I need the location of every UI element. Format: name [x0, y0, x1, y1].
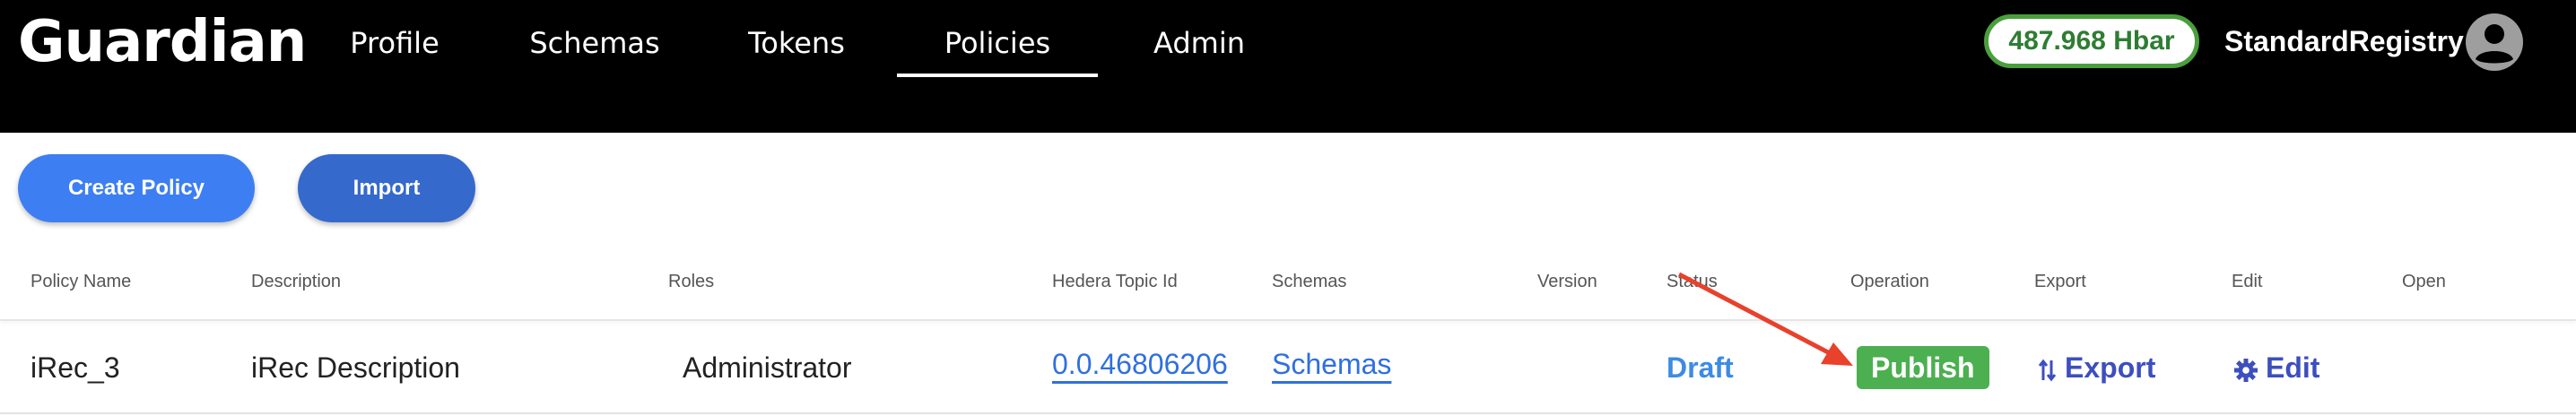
create-policy-button[interactable]: Create Policy [18, 154, 255, 222]
gear-icon [2234, 358, 2258, 382]
column-header-schemas: Schemas [1272, 272, 1347, 291]
column-header-status: Status [1667, 272, 1718, 291]
edit-label: Edit [2266, 351, 2320, 384]
column-header-roles: Roles [668, 272, 715, 291]
publish-button[interactable]: Publish [1857, 346, 1989, 389]
column-header-operation: Operation [1850, 272, 1929, 291]
username-label[interactable]: StandardRegistry [2224, 20, 2464, 63]
column-header-version: Version [1537, 272, 1597, 291]
top-navbar: Guardian Profile Schemas Tokens Policies… [0, 0, 2576, 133]
edit-button[interactable]: Edit [2233, 348, 2319, 387]
column-header-topic-id: Hedera Topic Id [1052, 272, 1178, 291]
nav-tokens[interactable]: Tokens [744, 20, 849, 70]
column-header-description: Description [251, 272, 342, 291]
column-header-policy-name: Policy Name [30, 272, 132, 291]
column-header-export: Export [2034, 272, 2086, 291]
cell-policy-name: iRec_3 [30, 351, 120, 384]
topic-id-link[interactable]: 0.0.46806206 [1052, 344, 1228, 384]
nav-profile[interactable]: Profile [348, 20, 441, 70]
swap-vertical-icon [2038, 359, 2057, 381]
nav-policies[interactable]: Policies [897, 20, 1098, 77]
column-header-open: Open [2402, 272, 2446, 291]
nav-schemas[interactable]: Schemas [529, 20, 660, 70]
column-header-edit: Edit [2232, 272, 2263, 291]
app-logo[interactable]: Guardian [18, 11, 307, 74]
table-row-divider [0, 412, 2576, 414]
table-header-divider [0, 319, 2576, 321]
export-label: Export [2065, 351, 2156, 384]
balance-badge: 487.968 Hbar [1984, 14, 2199, 68]
schemas-link[interactable]: Schemas [1272, 344, 1391, 384]
cell-roles: Administrator [683, 351, 852, 384]
status-badge: Draft [1667, 351, 1734, 384]
user-circle-icon[interactable] [2465, 13, 2524, 72]
nav-admin[interactable]: Admin [1153, 20, 1245, 70]
cell-description: iRec Description [251, 351, 460, 384]
import-button[interactable]: Import [298, 154, 475, 222]
export-button[interactable]: Export [2038, 348, 2155, 387]
